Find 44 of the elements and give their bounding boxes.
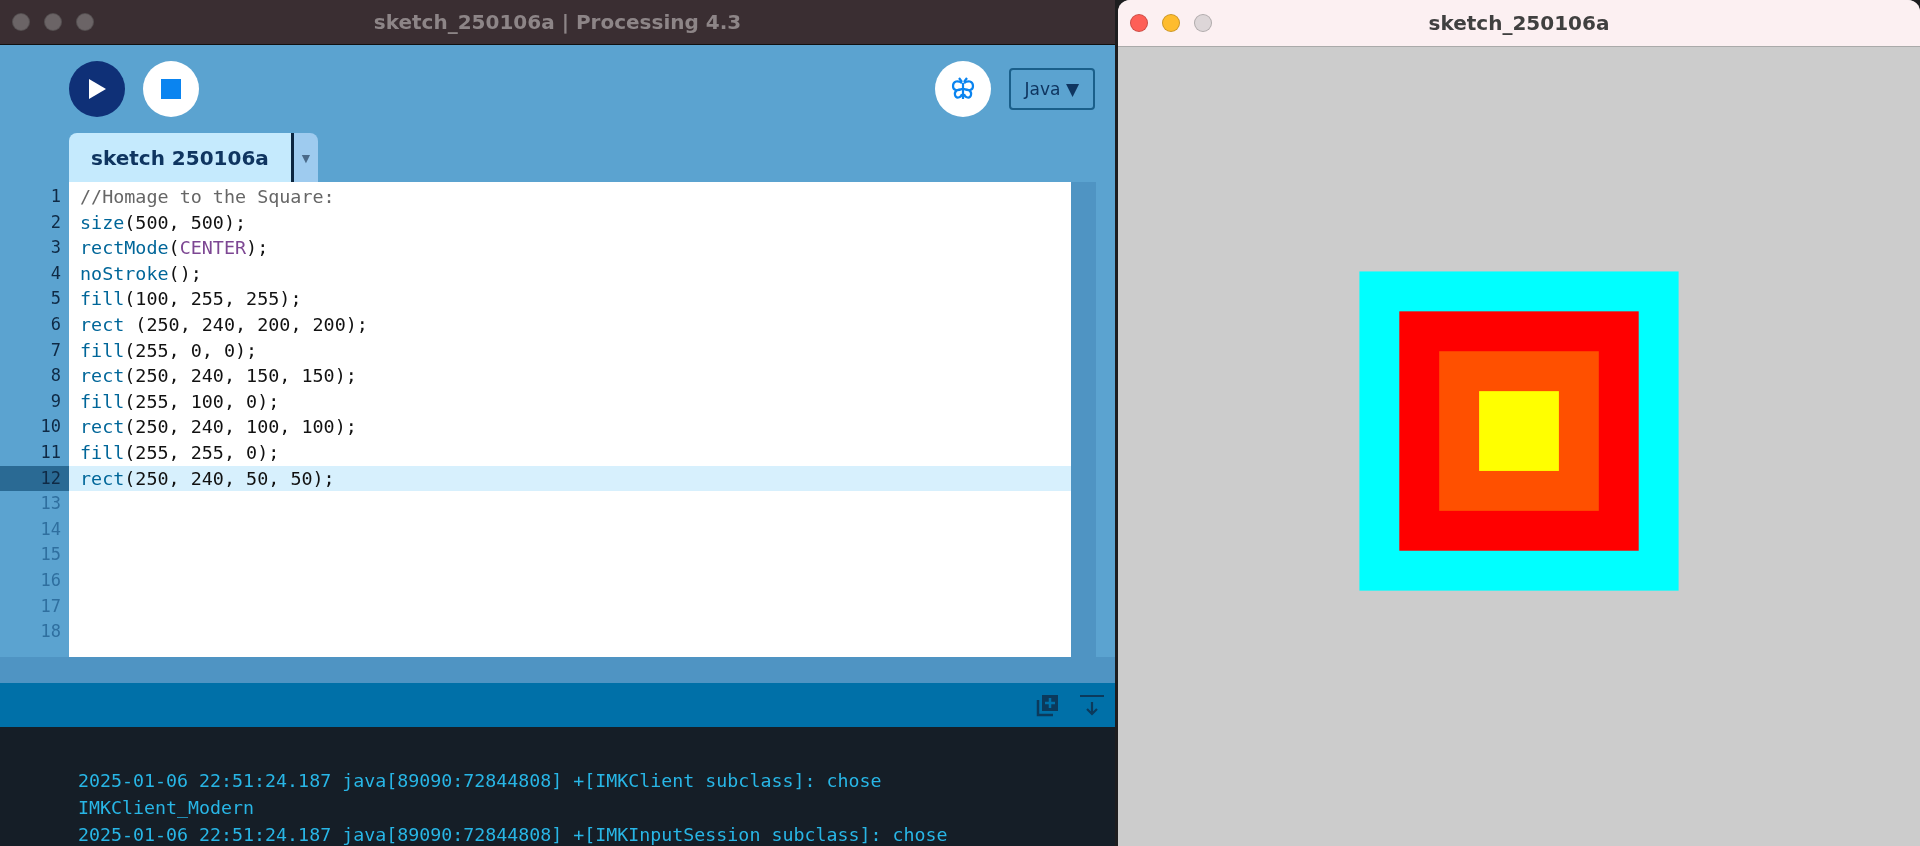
window-control-icon[interactable] <box>12 13 30 31</box>
code-line: noStroke(); <box>79 261 203 286</box>
stop-button[interactable] <box>143 61 199 117</box>
line-number: 2 <box>49 210 62 234</box>
line-number: 8 <box>49 364 62 388</box>
close-icon[interactable] <box>1130 14 1148 32</box>
code-line: fill(255, 100, 0); <box>79 389 281 414</box>
line-number: 12 <box>0 465 69 492</box>
console-line: IMKClient_Modern <box>78 796 256 820</box>
mode-dropdown[interactable]: Java ▼ <box>1008 68 1095 110</box>
play-icon <box>87 78 107 100</box>
line-number: 7 <box>49 338 62 362</box>
code-line: rect(250, 240, 150, 150); <box>79 364 358 389</box>
code-line: rectMode(CENTER); <box>79 236 270 261</box>
line-number: 5 <box>49 287 62 311</box>
line-number: 3 <box>49 236 62 260</box>
zoom-icon[interactable] <box>1194 14 1212 32</box>
line-number: 9 <box>49 389 62 413</box>
code-line: size(500, 500); <box>79 210 248 235</box>
code-line: rect(250, 240, 100, 100); <box>79 415 358 440</box>
code-line: fill(255, 0, 0); <box>79 338 259 363</box>
code-editor[interactable] <box>69 182 1071 657</box>
code-line: fill(100, 255, 255); <box>79 287 303 312</box>
code-line: rect (250, 240, 200, 200); <box>79 312 369 337</box>
run-button[interactable] <box>69 61 125 117</box>
code-line: fill(255, 255, 0); <box>79 440 281 465</box>
window-title: sketch_250106a <box>1428 11 1610 35</box>
minimize-icon[interactable] <box>1162 14 1180 32</box>
console-line: 2025-01-06 22:51:24.187 java[89090:72844808] +[IMKInputSession subclass]: chose <box>78 823 949 846</box>
line-number: 6 <box>49 312 62 336</box>
console-line: 2025-01-06 22:51:24.187 java[89090:72844808] +[IMKClient subclass]: chose <box>78 769 883 793</box>
line-number: 10 <box>39 415 62 439</box>
butterfly-icon <box>949 76 976 102</box>
line-number: 11 <box>39 440 62 464</box>
line-number: 1 <box>49 185 62 208</box>
window-control-icon[interactable] <box>44 13 62 31</box>
window-title: sketch_250106a | Processing 4.3 <box>373 10 742 34</box>
scrollbar-track[interactable] <box>1071 182 1096 657</box>
tab-menu-button[interactable]: ▼ <box>293 133 318 182</box>
code-line: //Homage to the Square: <box>79 185 336 209</box>
window-control-icon[interactable] <box>76 13 94 31</box>
sketch-tab[interactable]: sketch 250106a <box>69 133 294 182</box>
stop-icon <box>161 79 181 99</box>
line-number: 4 <box>49 261 62 285</box>
